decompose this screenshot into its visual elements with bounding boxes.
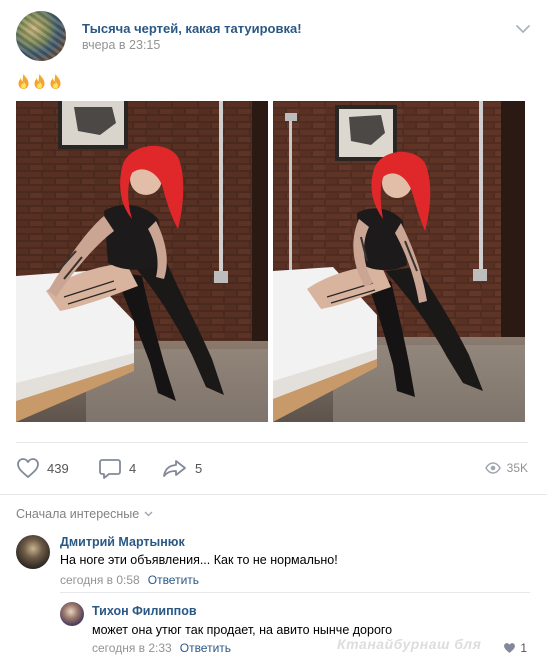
emoji-row: [16, 73, 63, 91]
divider: [0, 494, 547, 495]
post-actions: 439 4 5 35K: [16, 455, 528, 481]
eye-icon: [484, 462, 501, 474]
like-count: 439: [47, 460, 69, 476]
watermark: Ктанайбурнаш бля: [337, 636, 482, 652]
heart-icon: [504, 643, 516, 653]
comment-text: На ноге эти объявления... Как то не норм…: [60, 553, 338, 567]
comment-meta: сегодня в 2:33 Ответить: [92, 641, 231, 655]
comment-like-button[interactable]: 1: [503, 641, 527, 655]
post-photo-1[interactable]: [16, 101, 268, 422]
divider: [60, 592, 530, 593]
comment-text: может она утюг так продает, на авито нын…: [92, 623, 393, 637]
comment-like-count: 1: [520, 641, 527, 655]
comment-meta: сегодня в 0:58 Ответить: [60, 573, 199, 587]
like-button[interactable]: 439: [16, 455, 69, 481]
comment-time[interactable]: сегодня в 0:58: [60, 573, 140, 587]
comment-button[interactable]: 4: [98, 455, 136, 481]
fire-icon: [50, 74, 61, 89]
share-button[interactable]: 5: [162, 455, 202, 481]
heart-icon: [17, 458, 39, 478]
avatar[interactable]: [60, 602, 84, 626]
comments-sort-dropdown[interactable]: Сначала интересные: [16, 507, 153, 521]
views-counter: 35K: [484, 455, 528, 481]
chevron-down-icon[interactable]: [515, 23, 531, 35]
group-name[interactable]: Тысяча чертей, какая татуировка!: [82, 21, 302, 36]
avatar[interactable]: [16, 535, 50, 569]
chevron-down-icon: [144, 511, 153, 517]
comment-author[interactable]: Дмитрий Мартынюк: [60, 535, 185, 549]
comment-icon: [99, 459, 121, 479]
fire-icon: [18, 74, 29, 89]
post-time[interactable]: вчера в 23:15: [82, 38, 160, 52]
sort-label: Сначала интересные: [16, 507, 140, 521]
share-icon: [163, 460, 186, 477]
comment-count: 4: [129, 460, 137, 476]
post-photo-2[interactable]: [273, 101, 525, 422]
fire-icon: [34, 74, 45, 89]
reply-button[interactable]: Ответить: [180, 641, 231, 655]
group-avatar[interactable]: [16, 11, 66, 61]
comment-time[interactable]: сегодня в 2:33: [92, 641, 172, 655]
reply-button[interactable]: Ответить: [148, 573, 199, 587]
share-count: 5: [195, 460, 203, 476]
comment-author[interactable]: Тихон Филиппов: [92, 604, 197, 618]
post-header: Тысяча чертей, какая татуировка! вчера в…: [16, 11, 531, 61]
views-count: 35K: [506, 461, 528, 475]
divider: [16, 442, 528, 443]
